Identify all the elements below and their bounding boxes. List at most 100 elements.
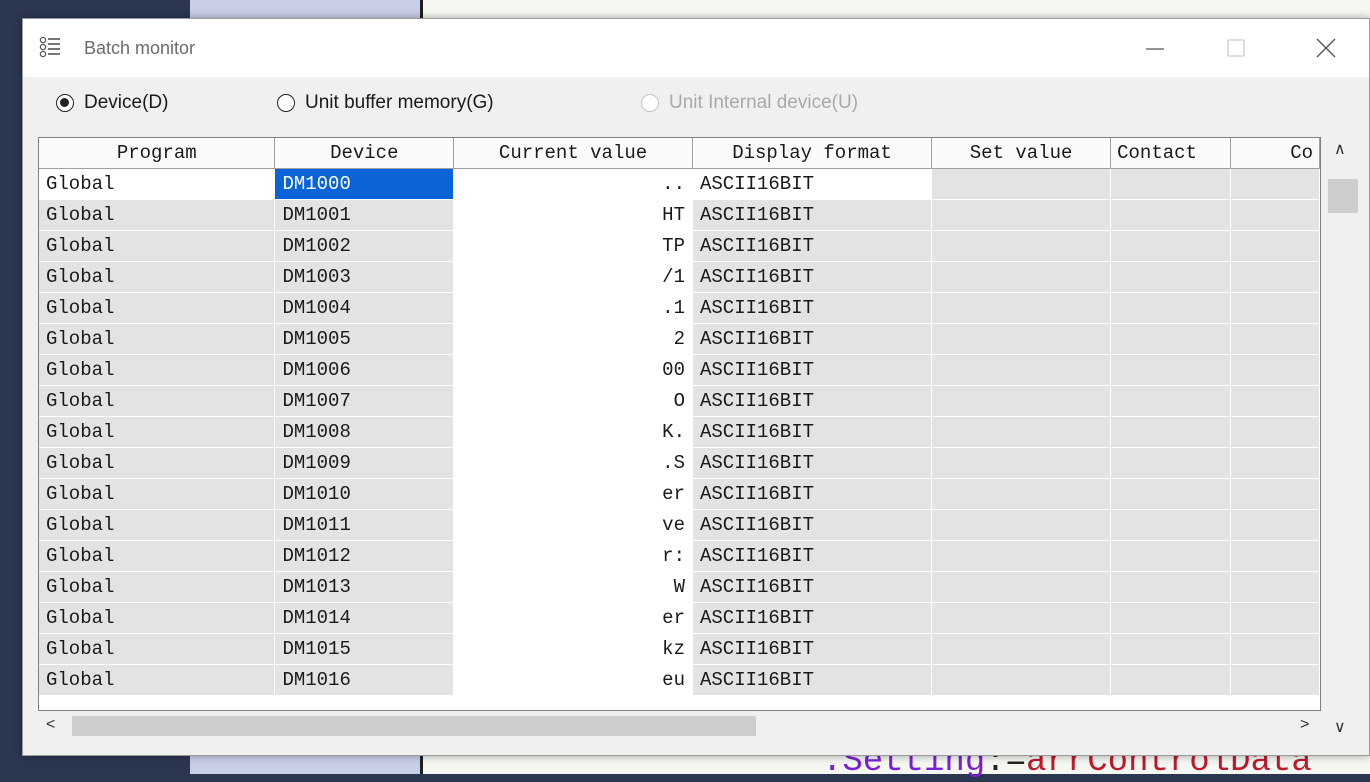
radio-unchecked-icon[interactable] — [277, 94, 295, 112]
cell-program[interactable]: Global — [39, 168, 276, 200]
cell-co[interactable] — [1230, 447, 1320, 479]
cell-device[interactable]: DM1010 — [274, 478, 455, 510]
cell-current-value[interactable]: W — [453, 571, 693, 603]
cell-device[interactable]: DM1006 — [274, 354, 455, 386]
cell-set-value[interactable] — [931, 354, 1112, 386]
table-row[interactable]: Global DM1002 TP ASCII16BIT — [39, 230, 1320, 262]
scroll-down-icon[interactable]: ∨ — [1334, 717, 1346, 737]
table-row[interactable]: Global DM1000.. ASCII16BIT — [39, 168, 1320, 200]
cell-co[interactable] — [1230, 633, 1320, 665]
table-row[interactable]: Global DM1003/1 ASCII16BIT — [39, 261, 1320, 293]
cell-display-format[interactable]: ASCII16BIT — [692, 261, 933, 293]
close-button[interactable] — [1298, 19, 1354, 77]
cell-current-value[interactable]: TP — [453, 230, 693, 262]
cell-display-format[interactable]: ASCII16BIT — [692, 633, 933, 665]
table-row[interactable]: Global DM1013 W ASCII16BIT — [39, 571, 1320, 603]
cell-contact[interactable] — [1110, 323, 1231, 355]
cell-set-value[interactable] — [931, 416, 1112, 448]
cell-contact[interactable] — [1110, 540, 1231, 572]
cell-contact[interactable] — [1110, 571, 1231, 603]
cell-set-value[interactable] — [931, 261, 1112, 293]
column-header-display-format[interactable]: Display format — [692, 138, 933, 169]
cell-contact[interactable] — [1110, 664, 1231, 696]
table-row[interactable]: Global DM1001 HT ASCII16BIT — [39, 199, 1320, 231]
cell-set-value[interactable] — [931, 633, 1112, 665]
cell-co[interactable] — [1230, 509, 1320, 541]
cell-program[interactable]: Global — [39, 261, 276, 293]
cell-contact[interactable] — [1110, 354, 1231, 386]
cell-co[interactable] — [1230, 199, 1320, 231]
cell-co[interactable] — [1230, 230, 1320, 262]
table-row[interactable]: Global DM1014 er ASCII16BIT — [39, 602, 1320, 634]
cell-current-value[interactable]: HT — [453, 199, 693, 231]
title-bar[interactable]: Batch monitor — [23, 19, 1369, 77]
cell-program[interactable]: Global — [39, 354, 276, 386]
scroll-up-icon[interactable]: ∧ — [1334, 139, 1346, 159]
cell-program[interactable]: Global — [39, 416, 276, 448]
cell-current-value[interactable]: eu — [453, 664, 693, 696]
cell-set-value[interactable] — [931, 447, 1112, 479]
cell-co[interactable] — [1230, 540, 1320, 572]
cell-display-format[interactable]: ASCII16BIT — [692, 230, 933, 262]
cell-device[interactable]: DM1001 — [274, 199, 455, 231]
cell-device[interactable]: DM1011 — [274, 509, 455, 541]
cell-co[interactable] — [1230, 602, 1320, 634]
table-row[interactable]: Global DM1007 O ASCII16BIT — [39, 385, 1320, 417]
cell-current-value[interactable]: /1 — [453, 261, 693, 293]
vertical-scrollbar[interactable]: ∧ ∨ — [1321, 137, 1359, 736]
cell-contact[interactable] — [1110, 230, 1231, 262]
cell-program[interactable]: Global — [39, 292, 276, 324]
cell-current-value[interactable]: .S — [453, 447, 693, 479]
cell-display-format[interactable]: ASCII16BIT — [692, 664, 933, 696]
cell-current-value[interactable]: K. — [453, 416, 693, 448]
horizontal-scrollbar[interactable]: < > — [38, 711, 1321, 741]
cell-device[interactable]: DM1014 — [274, 602, 455, 634]
cell-current-value[interactable]: er — [453, 478, 693, 510]
horizontal-scroll-thumb[interactable] — [72, 716, 756, 736]
cell-contact[interactable] — [1110, 509, 1231, 541]
cell-display-format[interactable]: ASCII16BIT — [692, 292, 933, 324]
cell-set-value[interactable] — [931, 571, 1112, 603]
column-header-device[interactable]: Device — [274, 138, 455, 169]
cell-contact[interactable] — [1110, 199, 1231, 231]
cell-device[interactable]: DM1000 — [274, 168, 455, 200]
cell-co[interactable] — [1230, 571, 1320, 603]
cell-set-value[interactable] — [931, 478, 1112, 510]
scroll-left-icon[interactable]: < — [46, 716, 55, 734]
cell-program[interactable]: Global — [39, 602, 276, 634]
cell-display-format[interactable]: ASCII16BIT — [692, 416, 933, 448]
column-header-set-value[interactable]: Set value — [931, 138, 1112, 169]
cell-program[interactable]: Global — [39, 478, 276, 510]
cell-current-value[interactable]: er — [453, 602, 693, 634]
table-row[interactable]: Global DM1005 2 ASCII16BIT — [39, 323, 1320, 355]
cell-set-value[interactable] — [931, 509, 1112, 541]
cell-co[interactable] — [1230, 664, 1320, 696]
maximize-button[interactable] — [1208, 19, 1264, 77]
table-row[interactable]: Global DM1008 K. ASCII16BIT — [39, 416, 1320, 448]
radio-checked-icon[interactable] — [56, 94, 74, 112]
cell-contact[interactable] — [1110, 292, 1231, 324]
cell-co[interactable] — [1230, 261, 1320, 293]
cell-current-value[interactable]: 00 — [453, 354, 693, 386]
cell-display-format[interactable]: ASCII16BIT — [692, 385, 933, 417]
cell-set-value[interactable] — [931, 540, 1112, 572]
cell-program[interactable]: Global — [39, 571, 276, 603]
cell-device[interactable]: DM1015 — [274, 633, 455, 665]
table-row[interactable]: Global DM1012 r: ASCII16BIT — [39, 540, 1320, 572]
cell-current-value[interactable]: r: — [453, 540, 693, 572]
cell-display-format[interactable]: ASCII16BIT — [692, 540, 933, 572]
column-header-contact[interactable]: Contact — [1110, 138, 1231, 169]
cell-device[interactable]: DM1016 — [274, 664, 455, 696]
cell-display-format[interactable]: ASCII16BIT — [692, 509, 933, 541]
vertical-scroll-thumb[interactable] — [1328, 179, 1358, 213]
cell-co[interactable] — [1230, 385, 1320, 417]
minimize-button[interactable] — [1127, 19, 1183, 77]
cell-contact[interactable] — [1110, 633, 1231, 665]
cell-device[interactable]: DM1004 — [274, 292, 455, 324]
cell-program[interactable]: Global — [39, 230, 276, 262]
cell-current-value[interactable]: kz — [453, 633, 693, 665]
radio-device[interactable]: Device(D) — [56, 92, 168, 114]
cell-contact[interactable] — [1110, 602, 1231, 634]
device-grid[interactable]: Program Device Current value Display for… — [38, 137, 1321, 711]
cell-set-value[interactable] — [931, 385, 1112, 417]
